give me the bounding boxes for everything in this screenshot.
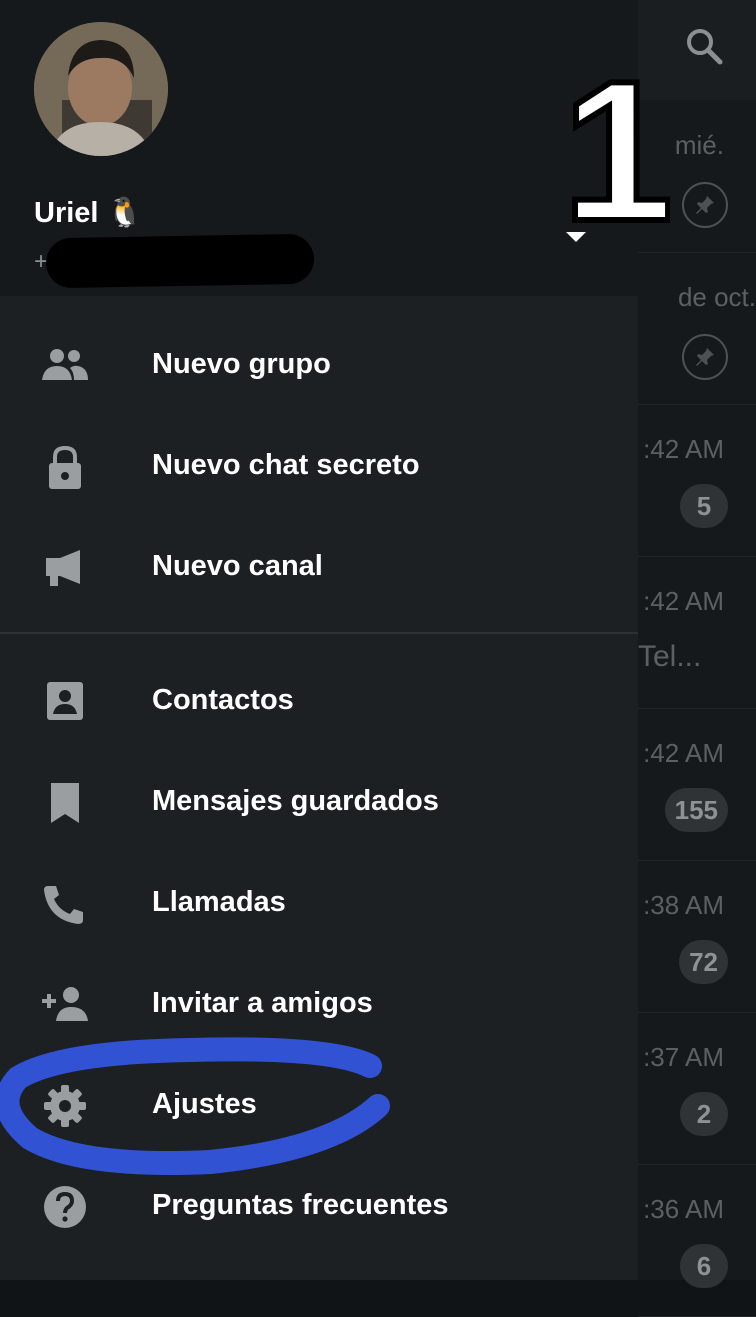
annotation-number: 1 <box>566 52 670 232</box>
chat-preview: Tel... <box>638 640 702 673</box>
svg-text:1: 1 <box>566 52 670 232</box>
chat-row[interactable]: :36 AM 6 <box>638 1164 756 1317</box>
unread-badge: 5 <box>680 484 728 528</box>
menu-item-label: Nuevo grupo <box>152 348 331 380</box>
chat-time: :42 AM <box>643 586 724 616</box>
megaphone-icon <box>46 550 80 586</box>
contact-icon <box>47 682 83 720</box>
menu-item-label: Llamadas <box>152 886 286 918</box>
menu-item-saved-messages[interactable]: Mensajes guardados <box>0 753 638 853</box>
menu-item-secret-chat[interactable]: Nuevo chat secreto <box>0 417 638 517</box>
phone-icon <box>44 886 83 924</box>
bookmark-icon <box>51 783 79 823</box>
pin-icon <box>682 334 728 380</box>
unread-badge: 72 <box>679 940 728 984</box>
menu-divider <box>0 632 638 634</box>
chat-row[interactable]: :42 AM 5 <box>638 404 756 557</box>
search-icon[interactable] <box>684 26 724 66</box>
menu-item-label: Nuevo canal <box>152 550 323 582</box>
redaction-scribble <box>45 233 315 289</box>
lock-icon <box>49 445 81 489</box>
chat-row[interactable]: :37 AM 2 <box>638 1012 756 1165</box>
menu-item-calls[interactable]: Llamadas <box>0 854 638 954</box>
unread-badge: 2 <box>680 1092 728 1136</box>
chat-time: :38 AM <box>643 890 724 920</box>
menu-item-label: Contactos <box>152 684 294 716</box>
user-name: Uriel 🐧 <box>34 197 143 229</box>
menu-item-invite-friends[interactable]: Invitar a amigos <box>0 955 638 1055</box>
pin-icon <box>682 182 728 228</box>
unread-badge: 155 <box>664 788 728 832</box>
menu-item-new-channel[interactable]: Nuevo canal <box>0 518 638 618</box>
menu-item-faq[interactable]: Preguntas frecuentes <box>0 1157 638 1257</box>
menu-item-label: Nuevo chat secreto <box>152 449 420 481</box>
menu-item-settings[interactable]: Ajustes <box>0 1056 638 1156</box>
chat-row[interactable]: :42 AM Tel... <box>638 556 756 709</box>
menu-item-label: Ajustes <box>152 1088 257 1120</box>
menu-item-label: Preguntas frecuentes <box>152 1189 449 1221</box>
menu-item-label: Mensajes guardados <box>152 785 439 817</box>
chat-time: :37 AM <box>643 1042 724 1072</box>
add-person-icon <box>42 987 88 1021</box>
avatar[interactable] <box>34 22 168 156</box>
chat-time: :42 AM <box>643 738 724 768</box>
chat-time: de oct. <box>677 282 756 312</box>
menu-item-new-group[interactable]: Nuevo grupo <box>0 316 638 416</box>
unread-badge: 6 <box>680 1244 728 1288</box>
group-icon <box>42 349 88 380</box>
chat-time: mié. <box>674 130 724 160</box>
drawer-header: Uriel 🐧 + <box>0 0 638 296</box>
chat-row[interactable]: de oct. <box>638 252 756 405</box>
chat-time: :36 AM <box>643 1194 724 1224</box>
menu-item-contacts[interactable]: Contactos <box>0 652 638 752</box>
chat-time: :42 AM <box>643 434 724 464</box>
navigation-drawer: Uriel 🐧 + Nuevo grupo Nuevo chat secreto… <box>0 0 638 1280</box>
menu-item-label: Invitar a amigos <box>152 987 373 1019</box>
chevron-down-icon[interactable] <box>566 232 586 242</box>
help-icon <box>44 1186 86 1228</box>
gear-icon <box>44 1085 86 1127</box>
chat-row[interactable]: :42 AM 155 <box>638 708 756 861</box>
chat-row[interactable]: :38 AM 72 <box>638 860 756 1013</box>
